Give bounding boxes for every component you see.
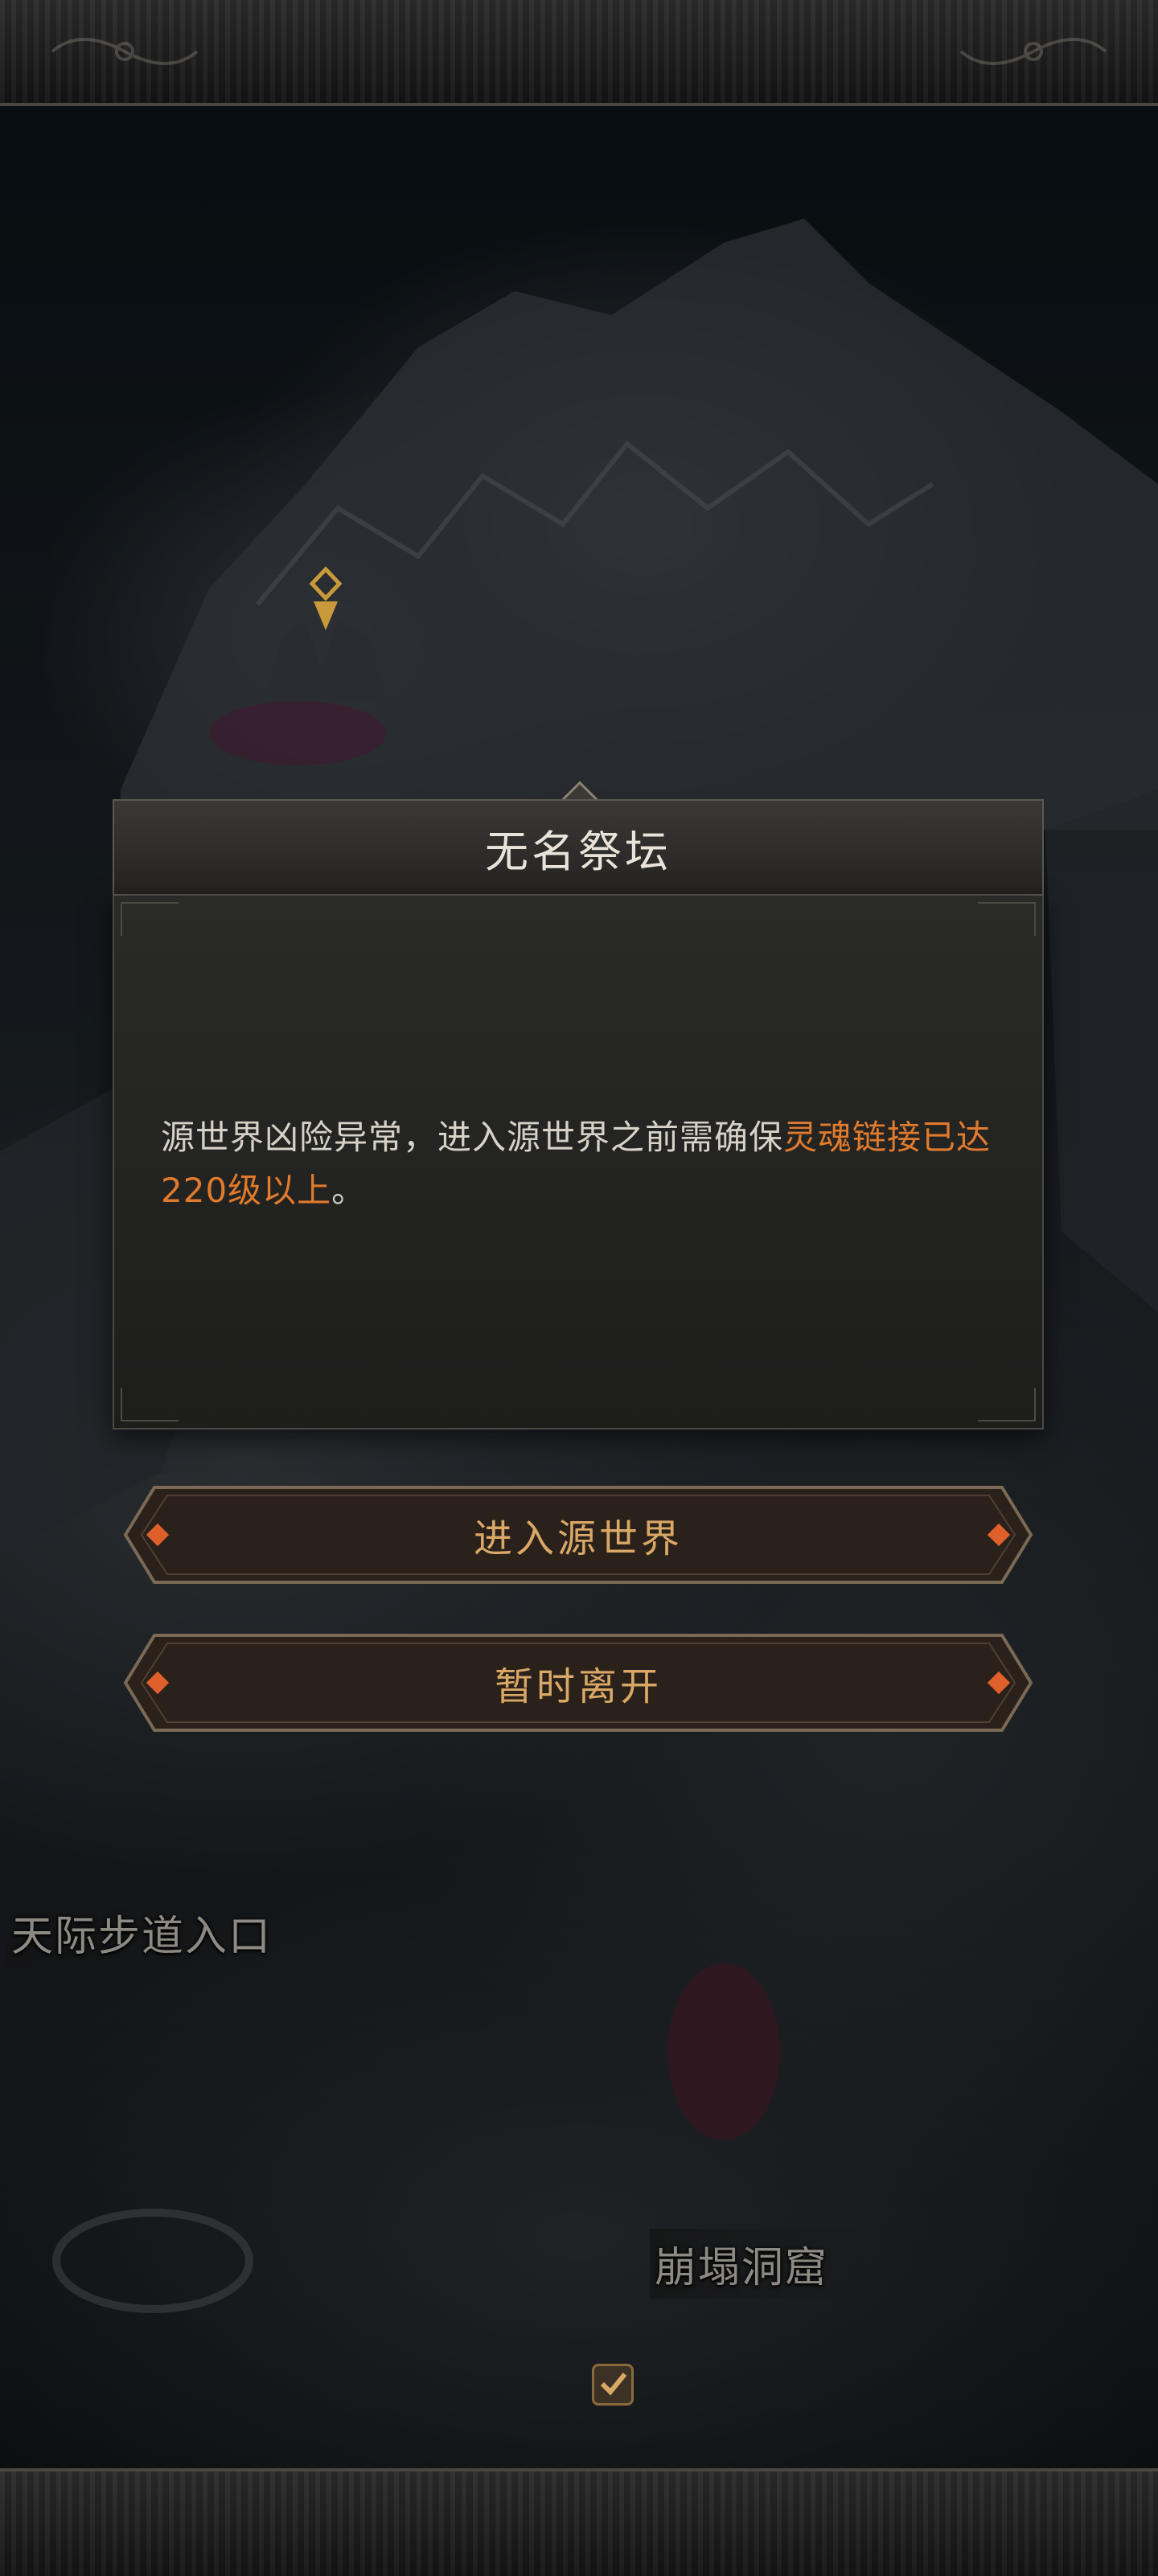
ornament-left-icon	[51, 38, 199, 65]
message-text: 源世界凶险异常，进入源世界之前需确保	[161, 1118, 784, 1157]
corner-ornament	[121, 902, 179, 936]
enter-source-world-button[interactable]: 进入源世界	[122, 1484, 1034, 1585]
top-frame	[0, 0, 1158, 106]
location-label-collapsed-cave[interactable]: 崩塌洞窟	[650, 2229, 877, 2299]
dialog-title: 无名祭坛	[485, 826, 671, 877]
corner-ornament	[978, 902, 1036, 936]
dialog-message: 源世界凶险异常，进入源世界之前需确保灵魂链接已达220级以上。	[161, 1111, 997, 1217]
message-end: 。	[331, 1171, 367, 1210]
corner-ornament	[121, 1388, 179, 1421]
enter-source-world-label: 进入源世界	[473, 1516, 683, 1561]
check-icon[interactable]	[592, 2364, 634, 2406]
dialog-body: 源世界凶险异常，进入源世界之前需确保灵魂链接已达220级以上。	[113, 896, 1044, 1430]
bottom-frame	[0, 2468, 1158, 2576]
location-label-skyway-entrance[interactable]: 天际步道入口	[6, 1897, 321, 1967]
waypoint-marker-icon[interactable]	[307, 566, 344, 634]
leave-for-now-button[interactable]: 暂时离开	[122, 1632, 1034, 1733]
dialog-header: 无名祭坛	[113, 799, 1044, 896]
leave-for-now-label: 暂时离开	[494, 1664, 662, 1709]
corner-ornament	[978, 1388, 1036, 1421]
ornament-right-icon	[959, 38, 1107, 65]
